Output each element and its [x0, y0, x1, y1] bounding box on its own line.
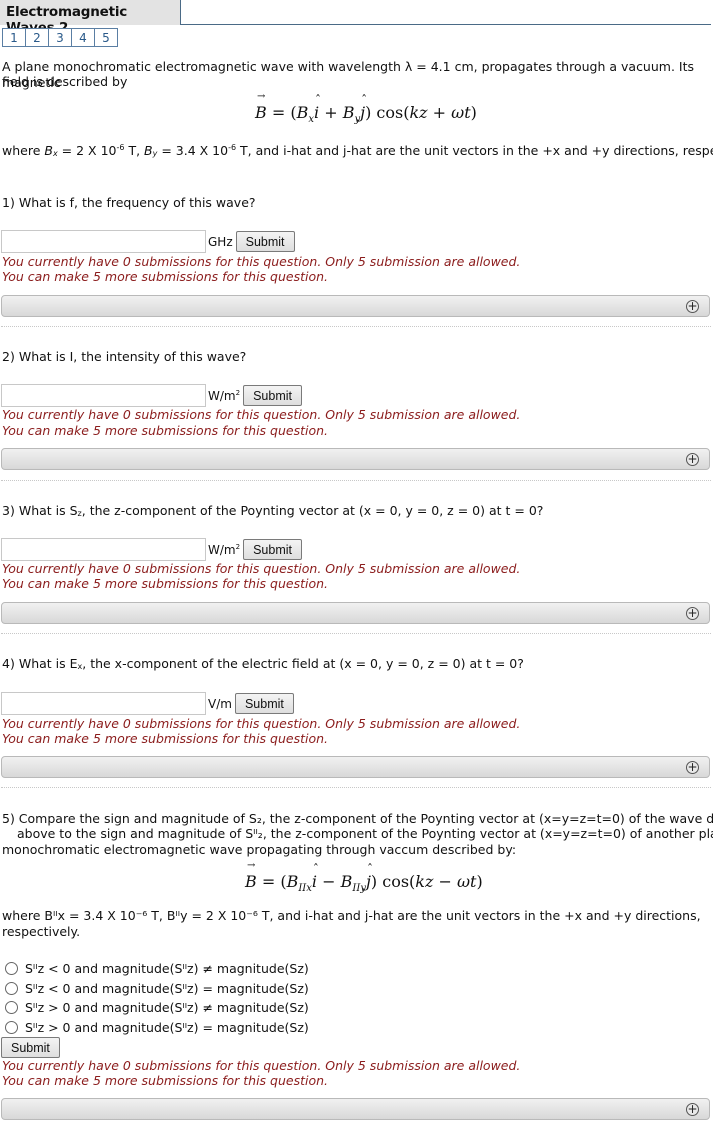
question-4-text: 4) What is Ex, the x-component of the el… [2, 656, 524, 671]
question-1-hint-bar[interactable]: + [1, 295, 710, 317]
question-5-hint-bar[interactable]: + [1, 1098, 710, 1120]
question-4-unit: V/m [208, 696, 232, 711]
question-4-hint-bar[interactable]: + [1, 756, 710, 778]
question-2-text: 2) What is I, the intensity of this wave… [2, 349, 247, 364]
title-bar: Electromagnetic Waves 2 [0, 0, 711, 36]
question-4-answer-input[interactable] [1, 692, 206, 715]
question-separator [1, 633, 711, 634]
question-4-answer-row: V/m Submit [1, 692, 294, 715]
question-2-hint-bar[interactable]: + [1, 448, 710, 470]
plus-circle-icon[interactable]: + [686, 300, 699, 313]
question-5-option-2[interactable]: Sᴵᴵz < 0 and magnitude(Sᴵᴵz) = magnitude… [5, 981, 309, 996]
question-separator [1, 326, 711, 327]
page-pager: 1 2 3 4 5 [2, 28, 118, 47]
page-link-3[interactable]: 3 [48, 28, 72, 47]
radio-button[interactable] [5, 962, 18, 975]
question-5-option-3[interactable]: Sᴵᴵz > 0 and magnitude(Sᴵᴵz) ≠ magnitude… [5, 1000, 309, 1015]
question-5-where-line1: where Bᴵᴵx = 3.4 X 10⁻⁶ T, Bᴵᴵy = 2 X 10… [2, 908, 701, 923]
question-1-answer-input[interactable] [1, 230, 206, 253]
question-2-answer-row: W/m2 Submit [1, 384, 302, 407]
question-3-submissions-remaining: You can make 5 more submissions for this… [2, 576, 329, 591]
question-1-text: 1) What is f, the frequency of this wave… [2, 195, 256, 210]
magnetic-field-equation: B = (Bxi + Byj) cos(kz + ωt) [255, 91, 477, 125]
question-3-answer-row: W/m2 Submit [1, 538, 302, 561]
intro-where-text: where Bx = 2 X 10-6 T, By = 3.4 X 10-6 T… [2, 143, 713, 158]
question-3-unit: W/m2 [208, 542, 241, 557]
plus-circle-icon[interactable]: + [686, 761, 699, 774]
question-5-text-line3: monochromatic electromagnetic wave propa… [2, 842, 517, 857]
question-5-submissions-remaining: You can make 5 more submissions for this… [2, 1073, 329, 1088]
second-wave-equation: B = (BIIxi − BIIyj) cos(kz − ωt) [245, 860, 483, 894]
question-separator [1, 480, 711, 481]
question-5-text-line2: above to the sign and magnitude of Sᴵᴵ₂,… [17, 826, 713, 841]
question-2-submission-count: You currently have 0 submissions for thi… [2, 407, 521, 422]
question-5-option-1[interactable]: Sᴵᴵz < 0 and magnitude(Sᴵᴵz) ≠ magnitude… [5, 961, 309, 976]
page-link-5[interactable]: 5 [94, 28, 118, 47]
plus-circle-icon[interactable]: + [686, 1103, 699, 1116]
radio-button[interactable] [5, 1021, 18, 1034]
radio-button[interactable] [5, 1001, 18, 1014]
question-3-submit-button[interactable]: Submit [243, 539, 302, 560]
question-2-submissions-remaining: You can make 5 more submissions for this… [2, 423, 329, 438]
question-4-submissions-remaining: You can make 5 more submissions for this… [2, 731, 329, 746]
question-5-option-4[interactable]: Sᴵᴵz > 0 and magnitude(Sᴵᴵz) = magnitude… [5, 1020, 309, 1035]
question-1-submit-button[interactable]: Submit [235, 231, 295, 252]
question-3-answer-input[interactable] [1, 538, 206, 561]
question-3-submission-count: You currently have 0 submissions for thi… [2, 561, 521, 576]
page-link-1[interactable]: 1 [2, 28, 26, 47]
question-3-hint-bar[interactable]: + [1, 602, 710, 624]
question-1-submission-count: You currently have 0 submissions for thi… [2, 254, 521, 269]
question-1-submissions-remaining: You can make 5 more submissions for this… [2, 269, 329, 284]
question-5-submission-count: You currently have 0 submissions for thi… [2, 1058, 521, 1073]
question-5-where-line2: respectively. [2, 924, 81, 939]
page-link-4[interactable]: 4 [71, 28, 95, 47]
question-separator [1, 787, 711, 788]
question-3-text: 3) What is Sz, the z-component of the Po… [2, 503, 544, 518]
question-2-unit: W/m2 [208, 388, 241, 403]
intro-text-line2: field is described by [2, 74, 128, 89]
question-1-unit: GHz [208, 234, 233, 249]
question-4-submission-count: You currently have 0 submissions for thi… [2, 716, 521, 731]
question-4-submit-button[interactable]: Submit [234, 693, 294, 714]
question-2-submit-button[interactable]: Submit [243, 385, 302, 406]
radio-button[interactable] [5, 982, 18, 995]
page-link-2[interactable]: 2 [25, 28, 49, 47]
question-5-submit-button[interactable]: Submit [1, 1037, 60, 1058]
question-5-text-line1: 5) Compare the sign and magnitude of S₂,… [2, 811, 713, 826]
plus-circle-icon[interactable]: + [686, 607, 699, 620]
page-title: Electromagnetic Waves 2 [0, 0, 181, 36]
plus-circle-icon[interactable]: + [686, 453, 699, 466]
question-2-answer-input[interactable] [1, 384, 206, 407]
question-1-answer-row: GHz Submit [1, 230, 295, 253]
